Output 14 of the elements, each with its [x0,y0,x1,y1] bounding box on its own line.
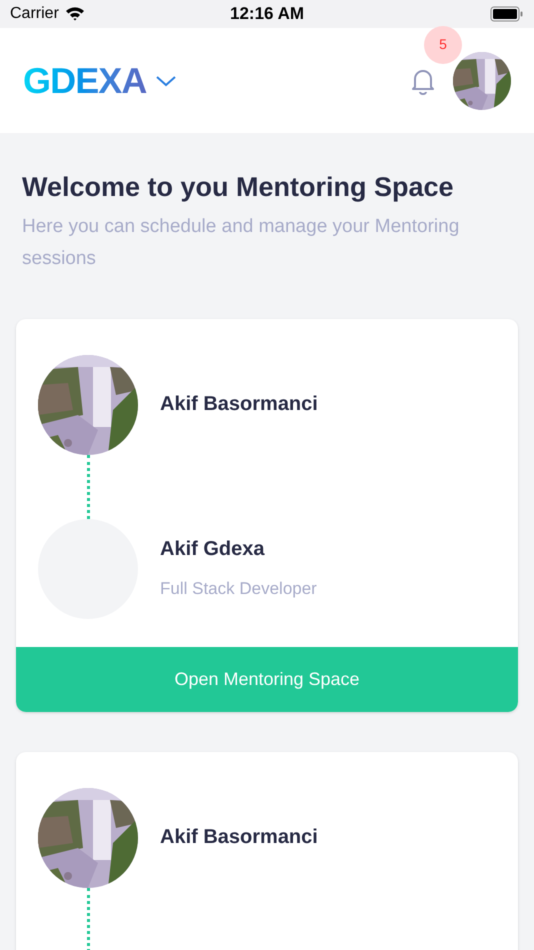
page-subtitle: Here you can schedule and manage your Mentoring sessions [22,214,460,271]
chevron-down-icon[interactable] [154,74,177,88]
carrier-label: Carrier [10,4,59,24]
page-title: Welcome to you Mentoring Space [22,171,455,204]
person-name: Akif Gdexa [160,536,266,562]
open-space-button[interactable]: Open Mentoring Space [16,646,518,712]
notification-badge: 5 [424,26,462,64]
person-name: Akif Basormanci [160,392,318,418]
dotted-connector [87,888,90,950]
wifi-icon [64,6,85,22]
battery-icon [490,6,524,22]
person-name: Akif Basormanci [160,825,318,850]
person-role: Full Stack Developer [160,578,317,600]
clock: 12:16 AM [230,3,304,26]
